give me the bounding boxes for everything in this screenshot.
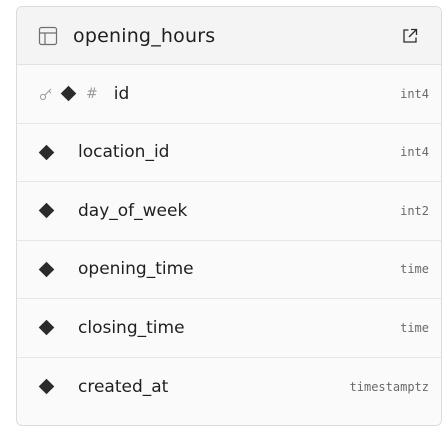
column-icons	[38, 261, 55, 278]
column-row-opening-time[interactable]: opening_time time	[17, 241, 441, 299]
column-row-location-id[interactable]: location_id int4	[17, 124, 441, 182]
column-name: location_id	[78, 142, 170, 163]
column-icons	[38, 202, 55, 219]
column-icons: #	[39, 86, 98, 102]
identity-hash-icon: #	[86, 85, 98, 102]
table-name: opening_hours	[73, 24, 216, 47]
column-row-id[interactable]: # id int4	[17, 65, 441, 124]
column-type: int4	[400, 145, 429, 160]
column-icons	[38, 378, 55, 395]
column-type: int2	[400, 203, 429, 218]
non-nullable-diamond-icon	[38, 378, 55, 395]
column-name: closing_time	[78, 317, 185, 338]
column-row-created-at[interactable]: created_at timestamptz	[17, 358, 441, 417]
external-link-icon[interactable]	[399, 25, 421, 47]
non-nullable-diamond-icon	[38, 144, 55, 161]
column-row-closing-time[interactable]: closing_time time	[17, 299, 441, 358]
column-name: created_at	[78, 376, 169, 397]
non-nullable-diamond-icon	[60, 85, 77, 102]
column-name: opening_time	[78, 259, 194, 280]
column-name: id	[113, 83, 130, 104]
column-name: day_of_week	[78, 200, 188, 221]
column-icons	[38, 319, 55, 336]
column-icons	[38, 144, 55, 161]
column-row-day-of-week[interactable]: day_of_week int2	[17, 182, 441, 241]
column-type: int4	[400, 86, 429, 101]
key-icon	[39, 87, 53, 101]
non-nullable-diamond-icon	[38, 202, 55, 219]
column-type: time	[400, 262, 429, 277]
table-header: opening_hours	[17, 7, 441, 65]
column-type: timestamptz	[349, 379, 429, 394]
non-nullable-diamond-icon	[38, 261, 55, 278]
table-node-card[interactable]: opening_hours # id int4 location_id int4…	[16, 6, 442, 426]
table-icon	[37, 25, 59, 47]
non-nullable-diamond-icon	[38, 319, 55, 336]
column-type: time	[400, 320, 429, 335]
